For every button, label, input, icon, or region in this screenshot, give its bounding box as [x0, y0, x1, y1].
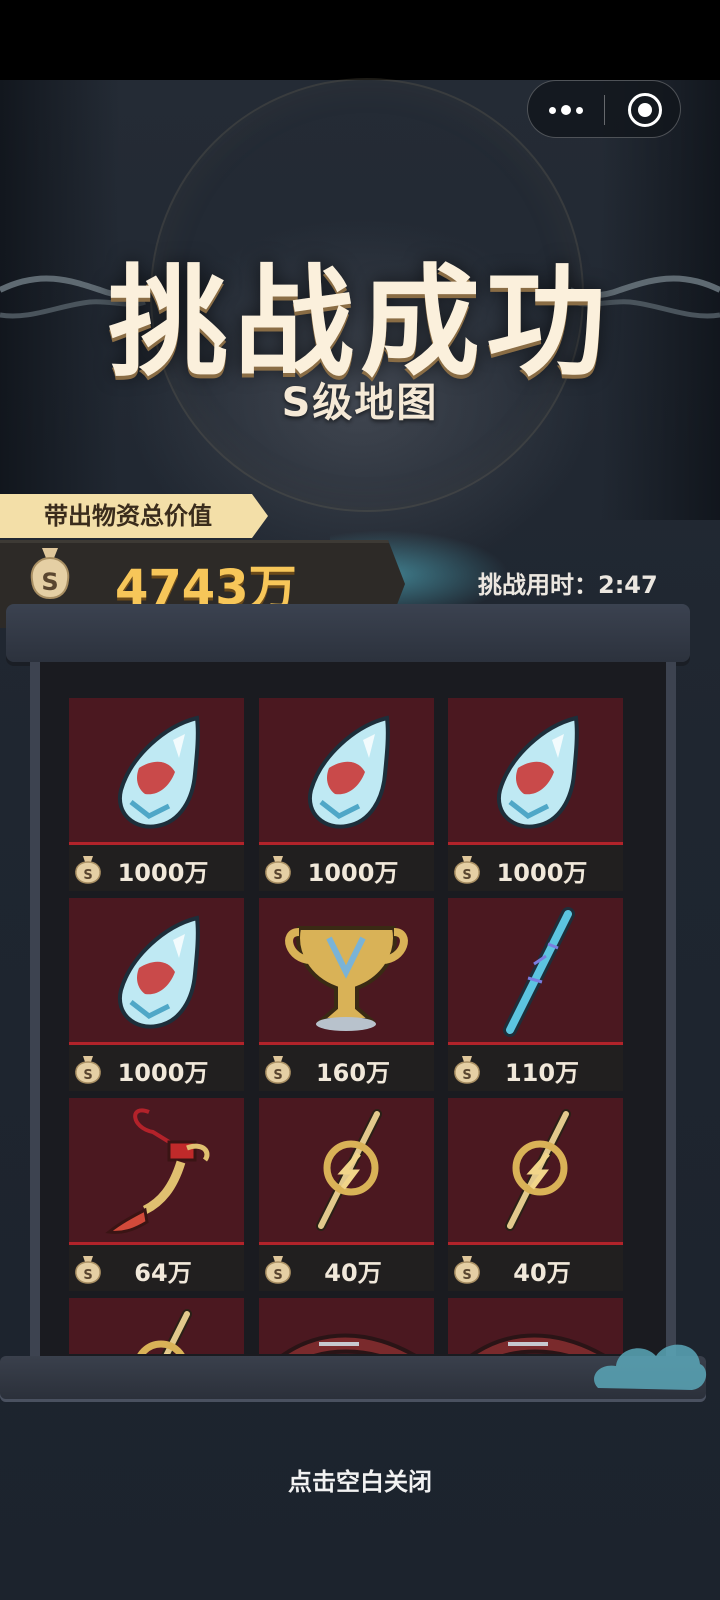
- moneybag-icon: S: [261, 1054, 295, 1088]
- item-footer: S 110万: [448, 1045, 623, 1091]
- item-footer: S 40万: [259, 1245, 434, 1291]
- item-footer: S 160万: [259, 1045, 434, 1091]
- loot-item[interactable]: S 1000万: [259, 698, 434, 891]
- moneybag-icon: S: [30, 548, 70, 600]
- status-bar: [0, 0, 720, 80]
- item-footer: S 64万: [69, 1245, 244, 1291]
- loot-item[interactable]: S 64万: [69, 1098, 244, 1291]
- loot-item[interactable]: S 40万: [259, 1098, 434, 1291]
- capsule-divider: [604, 95, 605, 125]
- scroll-top-bar: [6, 604, 690, 662]
- close-hint[interactable]: 点击空白关闭: [0, 1462, 720, 1497]
- item-footer: S 1000万: [69, 845, 244, 891]
- item-value: 1000万: [496, 859, 588, 887]
- svg-text:S: S: [462, 1068, 471, 1083]
- moneybag-icon: S: [261, 854, 295, 888]
- item-value: 1000万: [117, 859, 209, 887]
- moneybag-icon: S: [261, 1254, 295, 1288]
- challenge-time: 挑战用时：2:47: [478, 571, 658, 599]
- svg-text:S: S: [41, 568, 58, 596]
- teardrop-crystal-icon: [448, 698, 623, 845]
- more-icon[interactable]: [528, 81, 604, 139]
- golden-trophy-icon: [259, 898, 434, 1045]
- moneybag-icon: S: [450, 854, 484, 888]
- svg-text:S: S: [83, 868, 92, 883]
- svg-text:S: S: [462, 868, 471, 883]
- cloud-decoration: [594, 1344, 707, 1390]
- svg-text:S: S: [83, 1068, 92, 1083]
- lightning-scepter-icon: [259, 1098, 434, 1245]
- teardrop-crystal-icon: [69, 698, 244, 845]
- svg-text:S: S: [273, 868, 282, 883]
- loot-item[interactable]: S 40万: [448, 1098, 623, 1291]
- moneybag-icon: S: [71, 1054, 105, 1088]
- close-target-icon[interactable]: [628, 93, 662, 127]
- map-level: S级地图: [281, 380, 439, 426]
- item-footer: S 1000万: [259, 845, 434, 891]
- item-footer: S 40万: [448, 1245, 623, 1291]
- moneybag-icon: S: [71, 854, 105, 888]
- item-footer: S 1000万: [69, 1045, 244, 1091]
- loot-item[interactable]: S 160万: [259, 898, 434, 1091]
- loot-item[interactable]: S: [69, 1298, 244, 1354]
- value-tag: 带出物资总价值: [0, 494, 268, 538]
- moneybag-icon: S: [450, 1254, 484, 1288]
- blue-staff-icon: [448, 898, 623, 1045]
- moneybag-icon: S: [71, 1254, 105, 1288]
- loot-item[interactable]: S: [259, 1298, 434, 1354]
- teardrop-crystal-icon: [69, 898, 244, 1045]
- svg-text:S: S: [462, 1268, 471, 1283]
- lightning-scepter-icon: [448, 1098, 623, 1245]
- red-tassel-charm-icon: [69, 1098, 244, 1245]
- item-value: 1000万: [117, 1059, 209, 1087]
- item-value: 1000万: [307, 859, 399, 887]
- svg-text:S: S: [83, 1268, 92, 1283]
- svg-text:S: S: [273, 1068, 282, 1083]
- item-value: 40万: [324, 1259, 382, 1287]
- item-value: 64万: [134, 1259, 192, 1287]
- item-value: 40万: [513, 1259, 571, 1287]
- moneybag-icon: S: [450, 1054, 484, 1088]
- loot-item[interactable]: S 1000万: [69, 698, 244, 891]
- loot-grid[interactable]: S 1000万 S 1000万 S 1000万 S 1000万 S 160万 S 110万 S 64万 S 4…: [69, 698, 624, 1354]
- loot-item[interactable]: S 110万: [448, 898, 623, 1091]
- item-footer: S 1000万: [448, 845, 623, 891]
- miniprogram-capsule: [527, 80, 681, 138]
- item-value: 110万: [504, 1059, 580, 1087]
- item-value: 160万: [315, 1059, 391, 1087]
- lightning-scepter-icon: [69, 1298, 244, 1354]
- loot-item[interactable]: S 1000万: [448, 698, 623, 891]
- teardrop-crystal-icon: [259, 698, 434, 845]
- loot-item[interactable]: S 1000万: [69, 898, 244, 1091]
- red-blade-icon: [259, 1298, 434, 1354]
- svg-text:S: S: [273, 1268, 282, 1283]
